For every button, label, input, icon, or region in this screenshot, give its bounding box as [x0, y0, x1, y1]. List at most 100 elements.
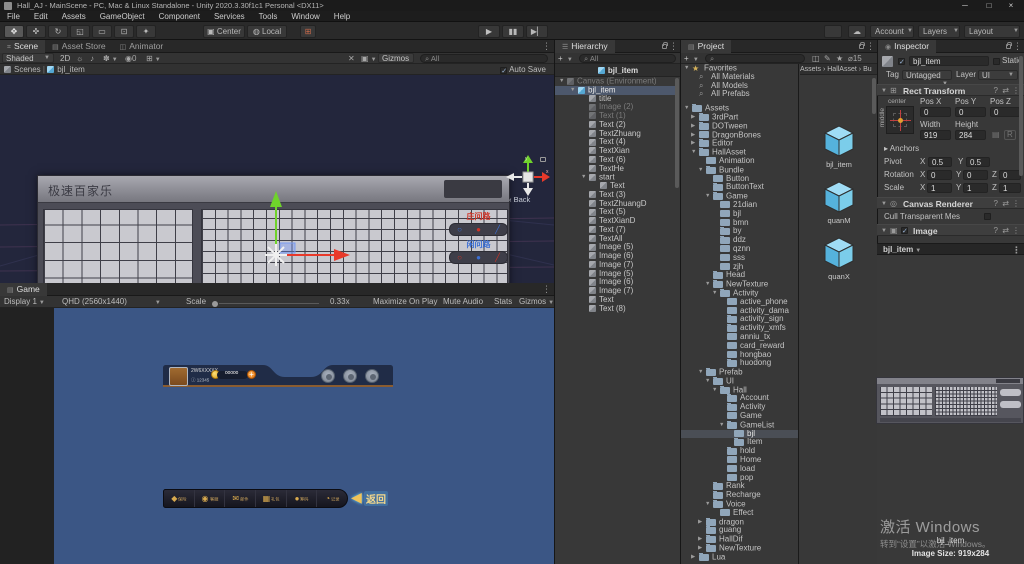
asset-item[interactable]: quanX [800, 237, 878, 281]
help-icon[interactable]: ? [994, 198, 998, 210]
pause-button[interactable]: ▮▮ [502, 25, 524, 38]
services-box[interactable] [824, 25, 842, 38]
scale-z-field[interactable]: 1 [999, 183, 1021, 193]
hierarchy-item[interactable]: Text (5) [555, 208, 677, 217]
menu-tools[interactable]: Tools [252, 11, 285, 21]
account-dropdown[interactable]: Account▼ [870, 25, 914, 38]
project-tree-item[interactable]: Animation [681, 157, 798, 166]
project-tree-item[interactable]: ▶dragon [681, 518, 798, 527]
expand-arrow-icon[interactable]: ▶ [691, 139, 699, 148]
raw-edit-button[interactable]: R [1004, 130, 1016, 140]
project-tree-item[interactable]: Game [681, 412, 798, 421]
expand-arrow-icon[interactable]: ▼ [705, 500, 713, 509]
hierarchy-item[interactable]: ▼bjl_item [555, 86, 677, 95]
static-checkbox[interactable] [993, 58, 1000, 65]
gizmos-dropdown[interactable]: Gizmos▼ [378, 53, 414, 63]
tab-asset-store[interactable]: ▤Asset Store [45, 40, 113, 53]
project-tree-item[interactable]: ▼Prefab [681, 368, 798, 377]
asset-item[interactable]: quanM [800, 181, 878, 225]
expand-arrow-icon[interactable]: ▶ [691, 122, 699, 131]
component-kebab[interactable]: ⋮ [1012, 225, 1020, 237]
custom-tool-icon[interactable]: ✦ [136, 25, 156, 38]
project-tree-item[interactable]: ▼Bundle [681, 166, 798, 175]
project-tree-item[interactable]: zjh [681, 263, 798, 272]
project-tree-item[interactable]: activity_xmfs [681, 324, 798, 333]
menu-window[interactable]: Window [284, 11, 326, 21]
hierarchy-item[interactable]: Image (6) [555, 278, 677, 287]
project-tree-item[interactable]: by [681, 227, 798, 236]
project-tree-item[interactable]: huodong [681, 359, 798, 368]
hierarchy-item[interactable]: Text [555, 296, 677, 305]
hud-settings-button[interactable] [365, 369, 379, 383]
orientation-toggle-button[interactable]: ◍ Local [247, 25, 287, 38]
project-search-input[interactable]: ⌕ [705, 54, 805, 63]
menu-help[interactable]: Help [327, 11, 357, 21]
breadcrumb-scenes[interactable]: Scenes [14, 65, 41, 74]
game-menu-kebab[interactable]: ⋮ [542, 284, 551, 295]
cull-checkbox[interactable] [984, 213, 991, 220]
inspector-scrollbar[interactable] [1019, 56, 1023, 176]
auto-save-toggle[interactable]: ✓ Auto Save [500, 65, 546, 74]
project-tree-item[interactable]: qznn [681, 245, 798, 254]
project-tree-item[interactable]: sss [681, 254, 798, 263]
rect-transform-header[interactable]: ▼ ⊞ Rect Transform ? ⇄ ⋮ [877, 84, 1024, 96]
project-tree-item[interactable]: 21dian [681, 201, 798, 210]
project-tree-item[interactable]: ▼★Favorites [681, 64, 798, 73]
scene-visibility-icon[interactable]: ◉0 [125, 54, 136, 63]
project-tree-item[interactable]: ButtonText [681, 183, 798, 192]
expand-arrow-icon[interactable]: ▶ [691, 113, 699, 122]
scene-back-button[interactable]: ‹ Back [509, 195, 530, 204]
menu-file[interactable]: File [0, 11, 27, 21]
tag-dropdown[interactable]: Untagged▼ [902, 70, 952, 80]
hud-back-button[interactable]: ◀ 返回 [351, 488, 397, 508]
project-tree-item[interactable]: ⌕All Models [681, 82, 798, 91]
hierarchy-item[interactable]: ▼Canvas (Environment) [555, 77, 677, 86]
audio-icon[interactable]: ♪ [90, 54, 94, 63]
hud-menu-item-5[interactable]: ●筹码 [287, 490, 318, 507]
component-kebab[interactable]: ⋮ [1012, 198, 1020, 210]
project-tree-item[interactable]: ▶3rdPart [681, 113, 798, 122]
hierarchy-item[interactable]: Image (5) [555, 270, 677, 279]
hierarchy-item[interactable]: TextXian [555, 147, 677, 156]
rect-tool-icon[interactable]: ▭ [92, 25, 112, 38]
tab-inspector[interactable]: ◉Inspector [878, 40, 936, 53]
project-tree-item[interactable]: Recharge [681, 491, 798, 500]
project-tree-item[interactable]: hongbao [681, 351, 798, 360]
tab-project[interactable]: ▤Project [681, 40, 731, 53]
rot-y-field[interactable]: 0 [963, 170, 988, 180]
project-tree-item[interactable]: ▼GameList [681, 421, 798, 430]
mute-audio-button[interactable]: Mute Audio [443, 297, 483, 306]
expand-arrow-icon[interactable]: ▼ [705, 192, 713, 201]
project-tree-item[interactable]: Home [681, 456, 798, 465]
hierarchy-item[interactable]: Text (1) [555, 112, 677, 121]
project-tree-item[interactable]: ddz [681, 236, 798, 245]
project-tree-item[interactable]: ⌕All Materials [681, 73, 798, 82]
project-tree-item[interactable]: hold [681, 447, 798, 456]
project-tree-item[interactable]: Item [681, 438, 798, 447]
canvas-renderer-header[interactable]: ▼ ◎ Canvas Renderer ? ⇄ ⋮ [877, 197, 1024, 209]
pos-x-field[interactable]: 0 [920, 107, 951, 117]
hierarchy-item[interactable]: Image (7) [555, 287, 677, 296]
project-tree-item[interactable]: ▼UI [681, 377, 798, 386]
transform-tool-icon[interactable]: ⊡ [114, 25, 134, 38]
foldout-arrow[interactable]: ▼ [881, 225, 887, 237]
filter-type-icon[interactable]: ◫ [812, 54, 820, 63]
hidden-count-icon[interactable]: ⌀15 [848, 54, 862, 63]
scene-viewport[interactable]: 极速百家乐 庄问路 ○ ● ╱ 闲问路 ○ ● ╱ [0, 75, 554, 283]
image-header[interactable]: ▼ ▣ ✓ Image ? ⇄ ⋮ [877, 224, 1024, 236]
project-tree-item[interactable]: ▶HallDif [681, 535, 798, 544]
expand-arrow-icon[interactable]: ▼ [581, 173, 589, 182]
foldout-arrow[interactable]: ▼ [881, 198, 887, 210]
help-icon[interactable]: ? [994, 225, 998, 237]
hierarchy-kebab[interactable]: ⋮ [669, 41, 678, 52]
hierarchy-item[interactable]: Text (3) [555, 191, 677, 200]
minimize-button[interactable]: ─ [954, 0, 976, 11]
expand-arrow-icon[interactable]: ▶ [691, 131, 699, 140]
project-tree-item[interactable]: active_phone [681, 298, 798, 307]
scale-y-field[interactable]: 1 [963, 183, 988, 193]
project-tree-item[interactable]: Button [681, 175, 798, 184]
hierarchy-item[interactable]: Image (6) [555, 252, 677, 261]
hierarchy-item[interactable]: Text (7) [555, 226, 677, 235]
cloud-icon[interactable]: ☁ [848, 25, 866, 38]
menu-services[interactable]: Services [207, 11, 252, 21]
